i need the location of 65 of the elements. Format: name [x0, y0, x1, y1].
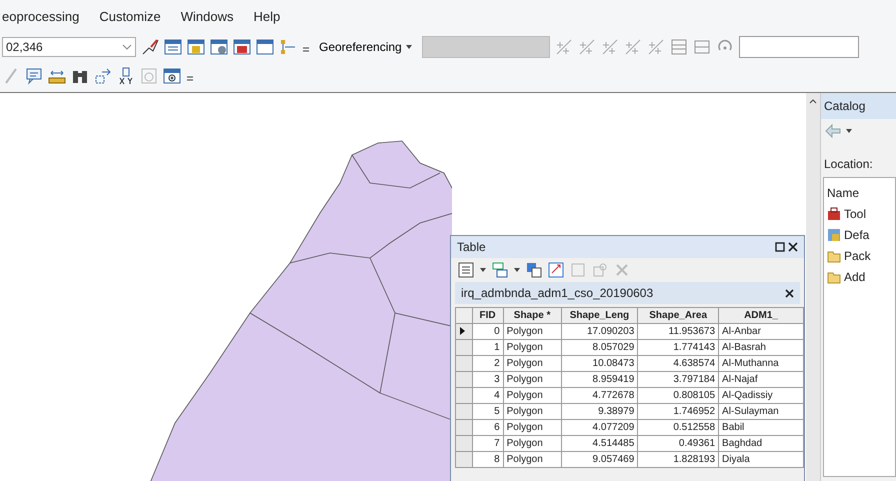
table-cell: Al-Anbar	[718, 324, 804, 340]
table-cell: 9.38979	[561, 404, 638, 420]
table-cell: Polygon	[503, 452, 562, 468]
table-cell: 0	[472, 324, 504, 340]
table-cell: Polygon	[503, 388, 562, 404]
catalog-item[interactable]: Pack	[827, 247, 892, 265]
table-cell: 11.953673	[638, 324, 719, 340]
table-cell: Baghdad	[718, 436, 804, 452]
menu-item[interactable]: Windows	[180, 7, 234, 27]
table-cell: 1.828193	[638, 452, 719, 468]
table-cell: Al-Sulayman	[718, 404, 804, 420]
table-cell: 3.797184	[638, 372, 719, 388]
table-cell: 1.774143	[638, 340, 719, 356]
table-cell: 17.090203	[561, 324, 638, 340]
table-cell: Polygon	[503, 404, 562, 420]
table-cell: 0.512558	[638, 420, 719, 436]
table-cell: Diyala	[718, 452, 804, 468]
catalog-item[interactable]: Add	[827, 268, 892, 286]
scale-field[interactable]: 02,346	[2, 37, 136, 57]
column-header[interactable]: Name	[827, 184, 892, 202]
column-header[interactable]: Shape *	[503, 308, 562, 324]
column-header[interactable]: Shape_Area	[638, 308, 719, 324]
table-cell: 8	[472, 452, 504, 468]
table-cell: 9.057469	[561, 452, 638, 468]
table-cell: 5	[472, 404, 504, 420]
catalog-item[interactable]: Tool	[827, 205, 892, 223]
table-cell: Al-Qadissiy	[718, 388, 804, 404]
table-cell: 4	[472, 388, 504, 404]
table-cell: 0.808105	[638, 388, 719, 404]
catalog-item[interactable]: Defa	[827, 226, 892, 244]
menu-item[interactable]: eoprocessing	[2, 7, 80, 27]
table-cell: Polygon	[503, 324, 562, 340]
table-cell: Babil	[718, 420, 804, 436]
table-cell: Al-Najaf	[718, 372, 804, 388]
table-cell: 7	[472, 436, 504, 452]
table-cell: 4.514485	[561, 436, 638, 452]
column-header[interactable]: Shape_Leng	[561, 308, 638, 324]
table-cell: 6	[472, 420, 504, 436]
table-cell: 8.959419	[561, 372, 638, 388]
table-cell: 4.772678	[561, 388, 638, 404]
table-tab[interactable]: irq_admbnda_adm1_cso_20190603	[455, 282, 800, 304]
column-header[interactable]: FID	[472, 308, 504, 324]
menu-item[interactable]: Customize	[99, 7, 161, 27]
table-cell: Polygon	[503, 436, 562, 452]
table-cell: 4.077209	[561, 420, 638, 436]
window-title: Table	[457, 239, 486, 256]
table-cell: 0.49361	[638, 436, 719, 452]
table-cell: 8.057029	[561, 340, 638, 356]
georeferencing-menu[interactable]: Georeferencing	[315, 36, 417, 58]
table-cell: Polygon	[503, 372, 562, 388]
table-cell: Al-Basrah	[718, 340, 804, 356]
table-cell: 1.746952	[638, 404, 719, 420]
location-label: Location:	[823, 156, 874, 173]
table-cell: Polygon	[503, 356, 562, 372]
menu-item[interactable]: Help	[254, 7, 280, 27]
table-cell: 3	[472, 372, 504, 388]
table-cell: Polygon	[503, 420, 562, 436]
table-cell: 2	[472, 356, 504, 372]
table-cell: Al-Muthanna	[718, 356, 804, 372]
table-cell: 10.08473	[561, 356, 638, 372]
panel-title: Catalog	[821, 93, 896, 119]
table-cell: 1	[472, 340, 504, 356]
table-cell: 4.638574	[638, 356, 719, 372]
column-header[interactable]: ADM1_	[718, 308, 804, 324]
table-cell: Polygon	[503, 340, 562, 356]
